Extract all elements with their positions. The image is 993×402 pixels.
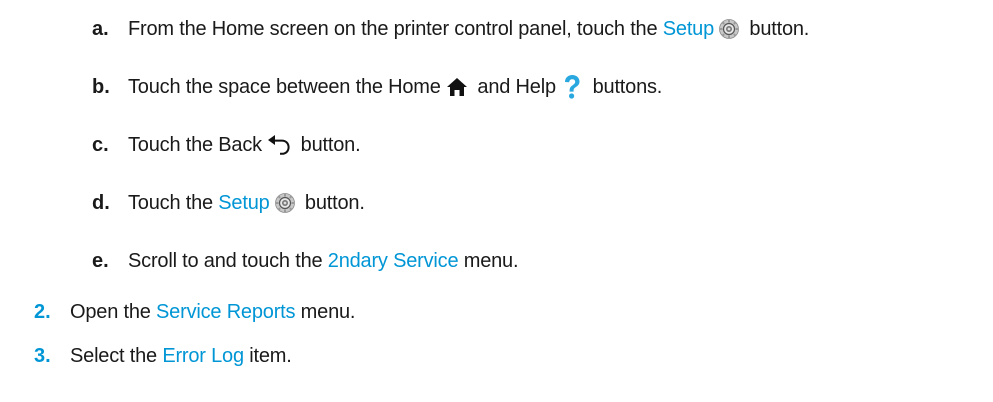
step-marker: 3.: [34, 345, 51, 367]
step-marker: b.: [92, 76, 110, 98]
error-log-link[interactable]: Error Log: [162, 341, 244, 371]
step-text: From the Home screen on the printer cont…: [128, 14, 809, 44]
2ndary-service-link[interactable]: 2ndary Service: [328, 246, 459, 276]
step-marker: c.: [92, 134, 109, 156]
help-icon: [561, 74, 583, 100]
back-arrow-icon: [267, 134, 291, 156]
step-text: Touch the Setup button.: [128, 188, 365, 218]
setup-link[interactable]: Setup: [663, 14, 714, 44]
step-marker: d.: [92, 192, 110, 214]
step-text: Touch the space between the Home and Hel…: [128, 74, 663, 100]
step-text: Open the Service Reports menu.: [70, 297, 355, 327]
service-reports-link[interactable]: Service Reports: [156, 297, 295, 327]
step-marker: a.: [92, 18, 109, 40]
step-text: Scroll to and touch the 2ndary Service m…: [128, 246, 519, 276]
gear-icon: [718, 18, 740, 40]
setup-link[interactable]: Setup: [218, 188, 269, 218]
step-marker: e.: [92, 250, 109, 272]
step-text: Select the Error Log item.: [70, 341, 292, 371]
step-marker: 2.: [34, 301, 51, 323]
home-icon: [446, 76, 468, 98]
step-text: Touch the Back button.: [128, 134, 361, 156]
gear-icon: [274, 192, 296, 214]
